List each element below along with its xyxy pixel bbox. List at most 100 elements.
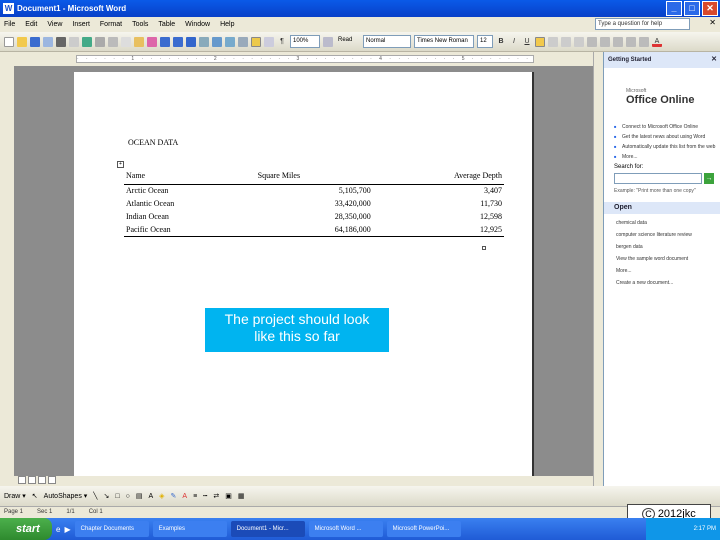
recent-file-link[interactable]: chemical data [616,220,716,226]
vertical-scrollbar[interactable] [593,52,603,486]
menu-insert[interactable]: Insert [72,21,90,28]
taskbar-item[interactable]: Microsoft Word ... [308,521,383,537]
menu-tools[interactable]: Tools [132,21,148,28]
cut-icon[interactable] [108,36,118,47]
menu-help[interactable]: Help [220,21,234,28]
taskbar-item[interactable]: Chapter Documents [74,521,149,537]
arrow-style-icon[interactable]: ⇄ [213,492,219,500]
align-left-icon[interactable] [535,36,545,47]
columns-icon[interactable] [238,36,248,47]
table-resize-handle-icon[interactable] [482,246,486,250]
line-color-icon[interactable]: ✎ [171,492,177,500]
recent-file-link[interactable]: bergen data [616,244,716,250]
permission-icon[interactable] [43,36,53,47]
task-pane-close-icon[interactable]: ✕ [711,52,717,68]
table-move-handle-icon[interactable]: + [117,161,124,168]
task-pane-link[interactable]: Get the latest news about using Word [622,134,716,140]
menu-edit[interactable]: Edit [25,21,37,28]
decrease-indent-icon[interactable] [626,36,636,47]
insert-excel-icon[interactable] [225,36,235,47]
line-spacing-icon[interactable] [587,36,597,47]
ocean-data-table[interactable]: Name Square Miles Average Depth Arctic O… [124,168,504,237]
print-preview-icon[interactable] [69,36,79,47]
fill-color-icon[interactable]: ◈ [159,492,164,500]
show-hide-icon[interactable]: ¶ [277,37,287,47]
justify-icon[interactable] [574,36,584,47]
underline-icon[interactable]: U [522,37,532,47]
font-color-draw-icon[interactable]: A [182,493,187,500]
drawing-icon[interactable] [251,36,261,47]
document-page[interactable]: OCEAN DATA + Name Square Miles Average D… [74,72,534,476]
close-button[interactable]: ✕ [702,1,718,16]
search-input[interactable] [614,173,702,184]
font-select[interactable]: Times New Roman [414,35,474,48]
tables-borders-icon[interactable] [199,36,209,47]
undo-icon[interactable] [160,36,170,47]
draw-menu-button[interactable]: Draw ▾ [4,492,26,500]
quick-launch-ie-icon[interactable]: e [56,525,60,534]
rectangle-icon[interactable]: □ [115,493,119,500]
task-pane-link[interactable]: Connect to Microsoft Office Online [622,124,716,130]
taskbar-item[interactable]: Examples [152,521,227,537]
italic-icon[interactable]: I [509,37,519,47]
normal-view-icon[interactable] [18,476,26,484]
menu-window[interactable]: Window [185,21,210,28]
recent-file-link[interactable]: View the sample word document [616,256,716,262]
align-right-icon[interactable] [561,36,571,47]
spelling-icon[interactable] [82,36,92,47]
create-new-document-link[interactable]: Create a new document... [616,280,716,286]
outline-view-icon[interactable] [48,476,56,484]
arrow-icon[interactable]: ↘ [104,492,110,500]
3d-icon[interactable]: ▦ [238,492,245,500]
center-icon[interactable] [548,36,558,47]
zoom-select[interactable]: 100% [290,35,320,48]
menu-file[interactable]: File [4,21,15,28]
wordart-icon[interactable]: A [148,493,153,500]
font-color-icon[interactable]: A [652,37,662,47]
text-box-icon[interactable]: ▤ [136,492,143,500]
menu-format[interactable]: Format [100,21,122,28]
read-button[interactable]: Read [336,35,360,48]
dash-style-icon[interactable]: ┅ [203,492,207,500]
select-objects-icon[interactable]: ↖ [32,492,38,500]
font-size-select[interactable]: 12 [477,35,493,48]
hyperlink-icon[interactable] [186,36,196,47]
search-go-button[interactable]: → [704,173,714,184]
format-painter-icon[interactable] [147,36,157,47]
oval-icon[interactable]: ○ [126,493,130,500]
help-icon[interactable] [323,36,333,47]
print-icon[interactable] [56,36,66,47]
task-pane-link[interactable]: Automatically update this list from the … [622,144,716,150]
taskbar-item-active[interactable]: Document1 - Micr... [230,521,305,537]
task-pane-more-link[interactable]: More... [622,154,716,160]
numbering-icon[interactable] [600,36,610,47]
research-icon[interactable] [95,36,105,47]
style-select[interactable]: Normal [363,35,411,48]
more-files-link[interactable]: More... [616,268,716,274]
line-icon[interactable]: ╲ [93,492,97,500]
autoshapes-menu-button[interactable]: AutoShapes ▾ [44,492,88,500]
increase-indent-icon[interactable] [639,36,649,47]
bold-icon[interactable]: B [496,37,506,47]
menu-view[interactable]: View [47,21,62,28]
redo-icon[interactable] [173,36,183,47]
help-search-input[interactable]: Type a question for help [595,18,690,30]
copy-icon[interactable] [121,36,131,47]
document-map-icon[interactable] [264,36,274,47]
recent-file-link[interactable]: computer science literature review [616,232,716,238]
web-layout-view-icon[interactable] [28,476,36,484]
minimize-button[interactable]: _ [666,1,682,16]
print-layout-view-icon[interactable] [38,476,46,484]
insert-table-icon[interactable] [212,36,222,47]
close-document-icon[interactable]: ✕ [709,18,716,27]
paste-icon[interactable] [134,36,144,47]
new-document-icon[interactable] [4,36,14,47]
quick-launch-media-icon[interactable]: ▶ [64,525,70,534]
menu-table[interactable]: Table [158,21,175,28]
shadow-icon[interactable]: ▣ [225,492,232,500]
start-button[interactable]: start [0,518,52,540]
bullets-icon[interactable] [613,36,623,47]
save-icon[interactable] [30,36,40,47]
maximize-button[interactable]: □ [684,1,700,16]
taskbar-item[interactable]: Microsoft PowerPoi... [386,521,461,537]
